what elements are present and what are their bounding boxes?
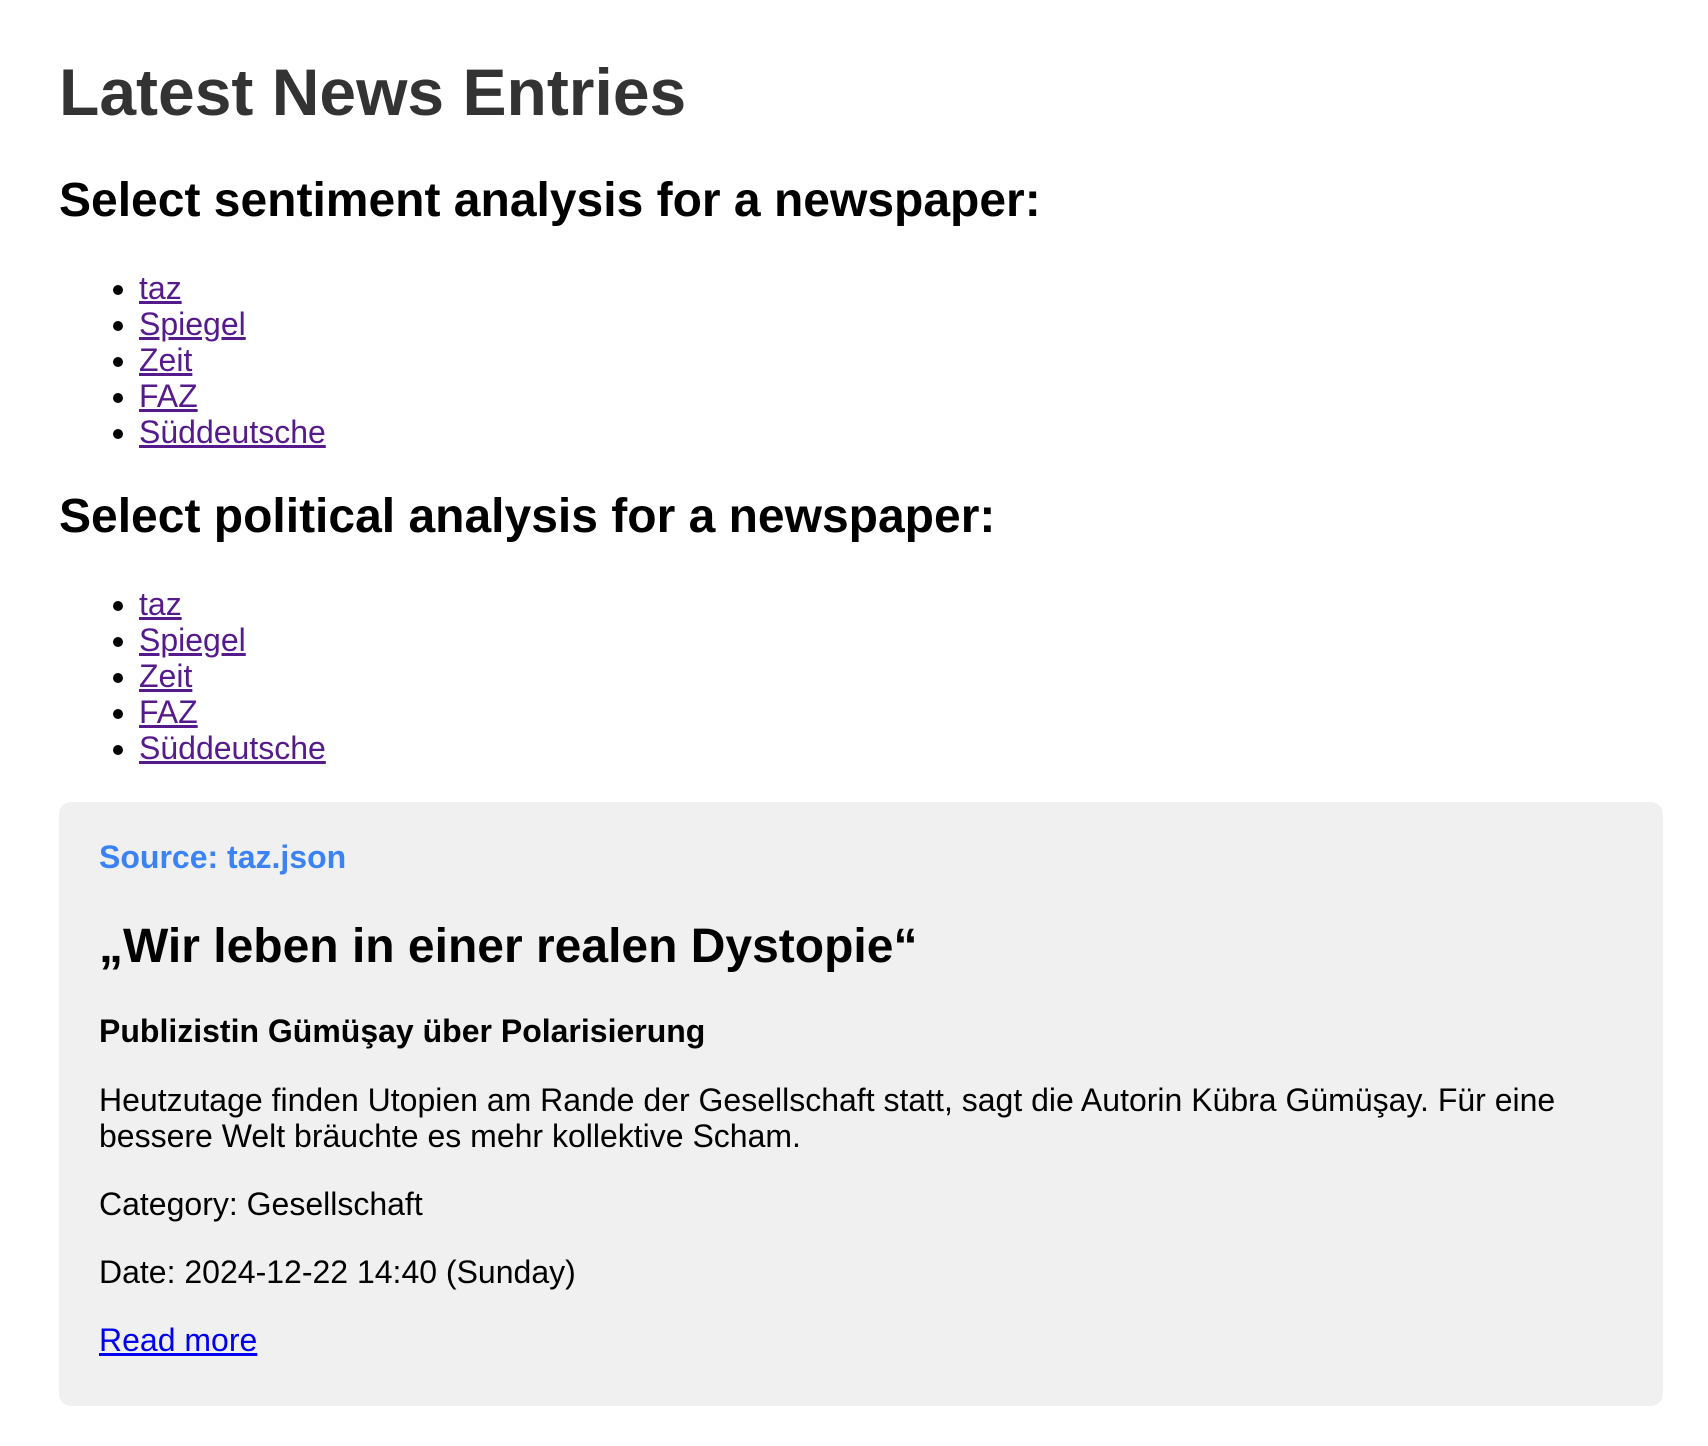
list-item: FAZ <box>139 378 1649 414</box>
political-link-spiegel[interactable]: Spiegel <box>139 622 246 658</box>
page-title: Latest News Entries <box>59 55 687 129</box>
list-item: Spiegel <box>139 306 1649 342</box>
sentiment-link-spiegel[interactable]: Spiegel <box>139 306 246 342</box>
article-category: Category: Gesellschaft <box>99 1186 423 1222</box>
list-item: FAZ <box>139 694 1649 730</box>
political-link-taz[interactable]: taz <box>139 586 182 622</box>
sentiment-link-zeit[interactable]: Zeit <box>139 342 192 378</box>
list-item: Zeit <box>139 658 1649 694</box>
page: Latest News Entries Select sentiment ana… <box>0 0 1708 1406</box>
sentiment-link-sueddeutsche[interactable]: Süddeutsche <box>139 414 326 450</box>
article-date: Date: 2024-12-22 14:40 (Sunday) <box>99 1254 576 1290</box>
political-heading: Select political analysis for a newspape… <box>59 490 996 543</box>
article-source: Source: taz.json <box>99 839 347 875</box>
list-item: taz <box>139 586 1649 622</box>
political-link-zeit[interactable]: Zeit <box>139 658 192 694</box>
political-paper-list: taz Spiegel Zeit FAZ Süddeutsche <box>59 586 1649 766</box>
article-title: „Wir leben in einer realen Dystopie“ <box>99 920 918 973</box>
news-card: Source: taz.json „Wir leben in einer rea… <box>59 802 1663 1406</box>
list-item: Zeit <box>139 342 1649 378</box>
list-item: Süddeutsche <box>139 730 1649 766</box>
list-item: Süddeutsche <box>139 414 1649 450</box>
article-subtitle: Publizistin Gümüşay über Polarisierung <box>99 1013 706 1049</box>
article-teaser: Heutzutage finden Utopien am Rande der G… <box>99 1082 1556 1154</box>
sentiment-heading: Select sentiment analysis for a newspape… <box>59 174 1041 227</box>
sentiment-paper-list: taz Spiegel Zeit FAZ Süddeutsche <box>59 270 1649 450</box>
sentiment-link-taz[interactable]: taz <box>139 270 182 306</box>
list-item: taz <box>139 270 1649 306</box>
political-link-faz[interactable]: FAZ <box>139 694 198 730</box>
read-more-container: Read more <box>99 1322 1623 1358</box>
read-more-link[interactable]: Read more <box>99 1322 257 1358</box>
sentiment-link-faz[interactable]: FAZ <box>139 378 198 414</box>
political-link-sueddeutsche[interactable]: Süddeutsche <box>139 730 326 766</box>
list-item: Spiegel <box>139 622 1649 658</box>
